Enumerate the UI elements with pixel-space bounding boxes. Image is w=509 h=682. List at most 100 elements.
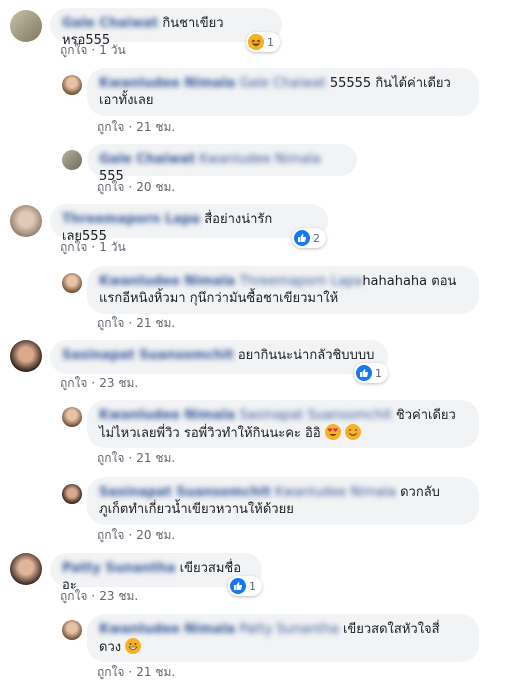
comment-time[interactable]: 21 ชม. bbox=[136, 120, 175, 134]
avatar[interactable] bbox=[10, 205, 42, 237]
mention-tag[interactable]: Kwanludee Nimala bbox=[275, 485, 396, 500]
reaction-count: 2 bbox=[313, 231, 320, 245]
comment-author[interactable]: Sasinapat Suansomchit bbox=[99, 485, 271, 500]
separator: · bbox=[128, 451, 133, 465]
comment-bubble: Sasinapat Suansomchit Kwanludee Nimala ด… bbox=[87, 477, 479, 525]
avatar[interactable] bbox=[62, 150, 82, 170]
comment-time[interactable]: 1 วัน bbox=[99, 240, 125, 254]
separator: · bbox=[128, 528, 133, 542]
comment-text: ดวกลับ bbox=[400, 485, 440, 500]
like-link[interactable]: ถูกใจ bbox=[60, 240, 87, 254]
comment-time[interactable]: 21 ชม. bbox=[136, 316, 175, 330]
heart-eyes-emoji-icon bbox=[324, 424, 341, 440]
haha-icon bbox=[248, 34, 264, 50]
comment-bubble: Kwanludee Nimala Sasinapat Suansomchit ช… bbox=[87, 400, 479, 448]
like-icon bbox=[356, 365, 372, 381]
comment-bubble: Threemaporn Lapa สื่อย่างน่ารักเลย555 bbox=[50, 204, 328, 244]
like-link[interactable]: ถูกใจ bbox=[60, 589, 87, 603]
like-link[interactable]: ถูกใจ bbox=[97, 665, 124, 679]
mention-tag[interactable]: Threemaporn Lapa bbox=[239, 274, 362, 289]
comment-author[interactable]: Gale Chaiwat bbox=[99, 152, 195, 167]
comment-time[interactable]: 20 ชม. bbox=[136, 528, 175, 542]
comment-actions: ถูกใจ · 23 ชม. bbox=[60, 374, 138, 393]
like-link[interactable]: ถูกใจ bbox=[97, 120, 124, 134]
mention-tag[interactable]: Kwanludee Nimala bbox=[199, 152, 320, 167]
separator: · bbox=[91, 43, 96, 57]
mention-tag[interactable]: Sasinapat Suansomchit bbox=[239, 408, 391, 423]
comment-text: ดวง bbox=[99, 640, 122, 655]
comment-time[interactable]: 23 ชม. bbox=[99, 589, 138, 603]
comment-author[interactable]: Sasinapat Suansomchit bbox=[62, 348, 234, 363]
comment-actions: ถูกใจ · 1 วัน bbox=[60, 238, 126, 257]
separator: · bbox=[128, 316, 133, 330]
comment-actions: ถูกใจ · 20 ชม. bbox=[97, 526, 175, 545]
smile-emoji-icon bbox=[344, 424, 361, 440]
reaction-badge[interactable]: 1 bbox=[246, 32, 280, 52]
separator: · bbox=[128, 665, 133, 679]
comment-author[interactable]: Threemaporn Lapa bbox=[62, 212, 200, 227]
avatar[interactable] bbox=[62, 620, 82, 640]
separator: · bbox=[91, 240, 96, 254]
avatar[interactable] bbox=[62, 407, 82, 427]
reaction-count: 1 bbox=[267, 35, 274, 49]
comment-text: เขียวสดใสหัวใจสี่ bbox=[342, 622, 440, 637]
like-icon bbox=[230, 578, 246, 594]
like-link[interactable]: ถูกใจ bbox=[60, 376, 87, 390]
like-icon bbox=[294, 230, 310, 246]
comment-time[interactable]: 1 วัน bbox=[99, 43, 125, 57]
avatar[interactable] bbox=[10, 340, 42, 372]
comment-bubble: Kwanludee Nimala Patty Sunantha เขียวสดใ… bbox=[87, 614, 479, 662]
comment-text: ภูเก็ตทำเกี่ยวน้ำเขียวหวานให้ด้วยย bbox=[99, 502, 294, 517]
mention-tag[interactable]: Patty Sunantha bbox=[239, 622, 338, 637]
like-link[interactable]: ถูกใจ bbox=[97, 451, 124, 465]
avatar[interactable] bbox=[62, 273, 82, 293]
separator: · bbox=[91, 589, 96, 603]
comment-actions: ถูกใจ · 1 วัน bbox=[60, 41, 126, 60]
comment-author[interactable]: Kwanludee Nimala bbox=[99, 274, 235, 289]
comment-time[interactable]: 21 ชม. bbox=[136, 665, 175, 679]
comment-text: แรกอีหนิงหิ้วมา กุนึกว่ามันซื้อชาเขียวมา… bbox=[99, 291, 339, 306]
comment-actions: ถูกใจ · 21 ชม. bbox=[97, 663, 175, 682]
comment-time[interactable]: 21 ชม. bbox=[136, 451, 175, 465]
reaction-badge[interactable]: 1 bbox=[228, 576, 262, 596]
comment-actions: ถูกใจ · 21 ชม. bbox=[97, 314, 175, 333]
comment-text: เอาทั้งเลย bbox=[99, 93, 154, 108]
comment-actions: ถูกใจ · 21 ชม. bbox=[97, 449, 175, 468]
comment-time[interactable]: 20 ชม. bbox=[136, 180, 175, 194]
like-link[interactable]: ถูกใจ bbox=[97, 180, 124, 194]
reaction-badge[interactable]: 1 bbox=[354, 363, 388, 383]
comment-bubble: Kwanludee Nimala Threemaporn Lapahahahah… bbox=[87, 266, 479, 314]
reaction-badge[interactable]: 2 bbox=[292, 228, 326, 248]
separator: · bbox=[128, 120, 133, 134]
like-link[interactable]: ถูกใจ bbox=[97, 528, 124, 542]
avatar[interactable] bbox=[62, 75, 82, 95]
comment-text: hahahaha ตอน bbox=[362, 274, 457, 289]
reaction-count: 1 bbox=[249, 579, 256, 593]
comment-text: 55555 กินได้ค่าเดียว bbox=[329, 76, 451, 91]
comment-text: ไม่ไหวเลยพี่วิว รอพี่วิวทำให้กินนะคะ อิอ… bbox=[99, 426, 321, 441]
mention-tag[interactable]: Gale Chaiwat bbox=[239, 76, 325, 91]
avatar[interactable] bbox=[62, 484, 82, 504]
comment-actions: ถูกใจ · 20 ชม. bbox=[97, 178, 175, 197]
reaction-count: 1 bbox=[375, 366, 382, 380]
avatar[interactable] bbox=[10, 553, 42, 585]
comment-bubble: Gale Chaiwat Kwanludee Nimala 555 bbox=[87, 144, 357, 184]
separator: · bbox=[91, 376, 96, 390]
comment-author[interactable]: Kwanludee Nimala bbox=[99, 408, 235, 423]
comment-author[interactable]: Patty Sunantha bbox=[62, 561, 176, 576]
comment-time[interactable]: 23 ชม. bbox=[99, 376, 138, 390]
avatar[interactable] bbox=[10, 10, 42, 42]
comment-actions: ถูกใจ · 21 ชม. bbox=[97, 118, 175, 137]
grin-emoji-icon bbox=[125, 638, 142, 654]
comment-bubble: Kwanludee Nimala Gale Chaiwat 55555 กินไ… bbox=[87, 68, 479, 116]
comment-text: ชิวค่าเดียว bbox=[395, 408, 456, 423]
separator: · bbox=[128, 180, 133, 194]
comment-author[interactable]: Gale Chaiwat bbox=[62, 16, 158, 31]
like-link[interactable]: ถูกใจ bbox=[60, 43, 87, 57]
comment-actions: ถูกใจ · 23 ชม. bbox=[60, 587, 138, 606]
comment-author[interactable]: Kwanludee Nimala bbox=[99, 622, 235, 637]
comment-bubble: Sasinapat Suansomchit อยากินนะน่ากลัวชิบ… bbox=[50, 340, 388, 374]
comment-text: อยากินนะน่ากลัวชิบบบบ bbox=[237, 348, 375, 363]
comment-author[interactable]: Kwanludee Nimala bbox=[99, 76, 235, 91]
like-link[interactable]: ถูกใจ bbox=[97, 316, 124, 330]
